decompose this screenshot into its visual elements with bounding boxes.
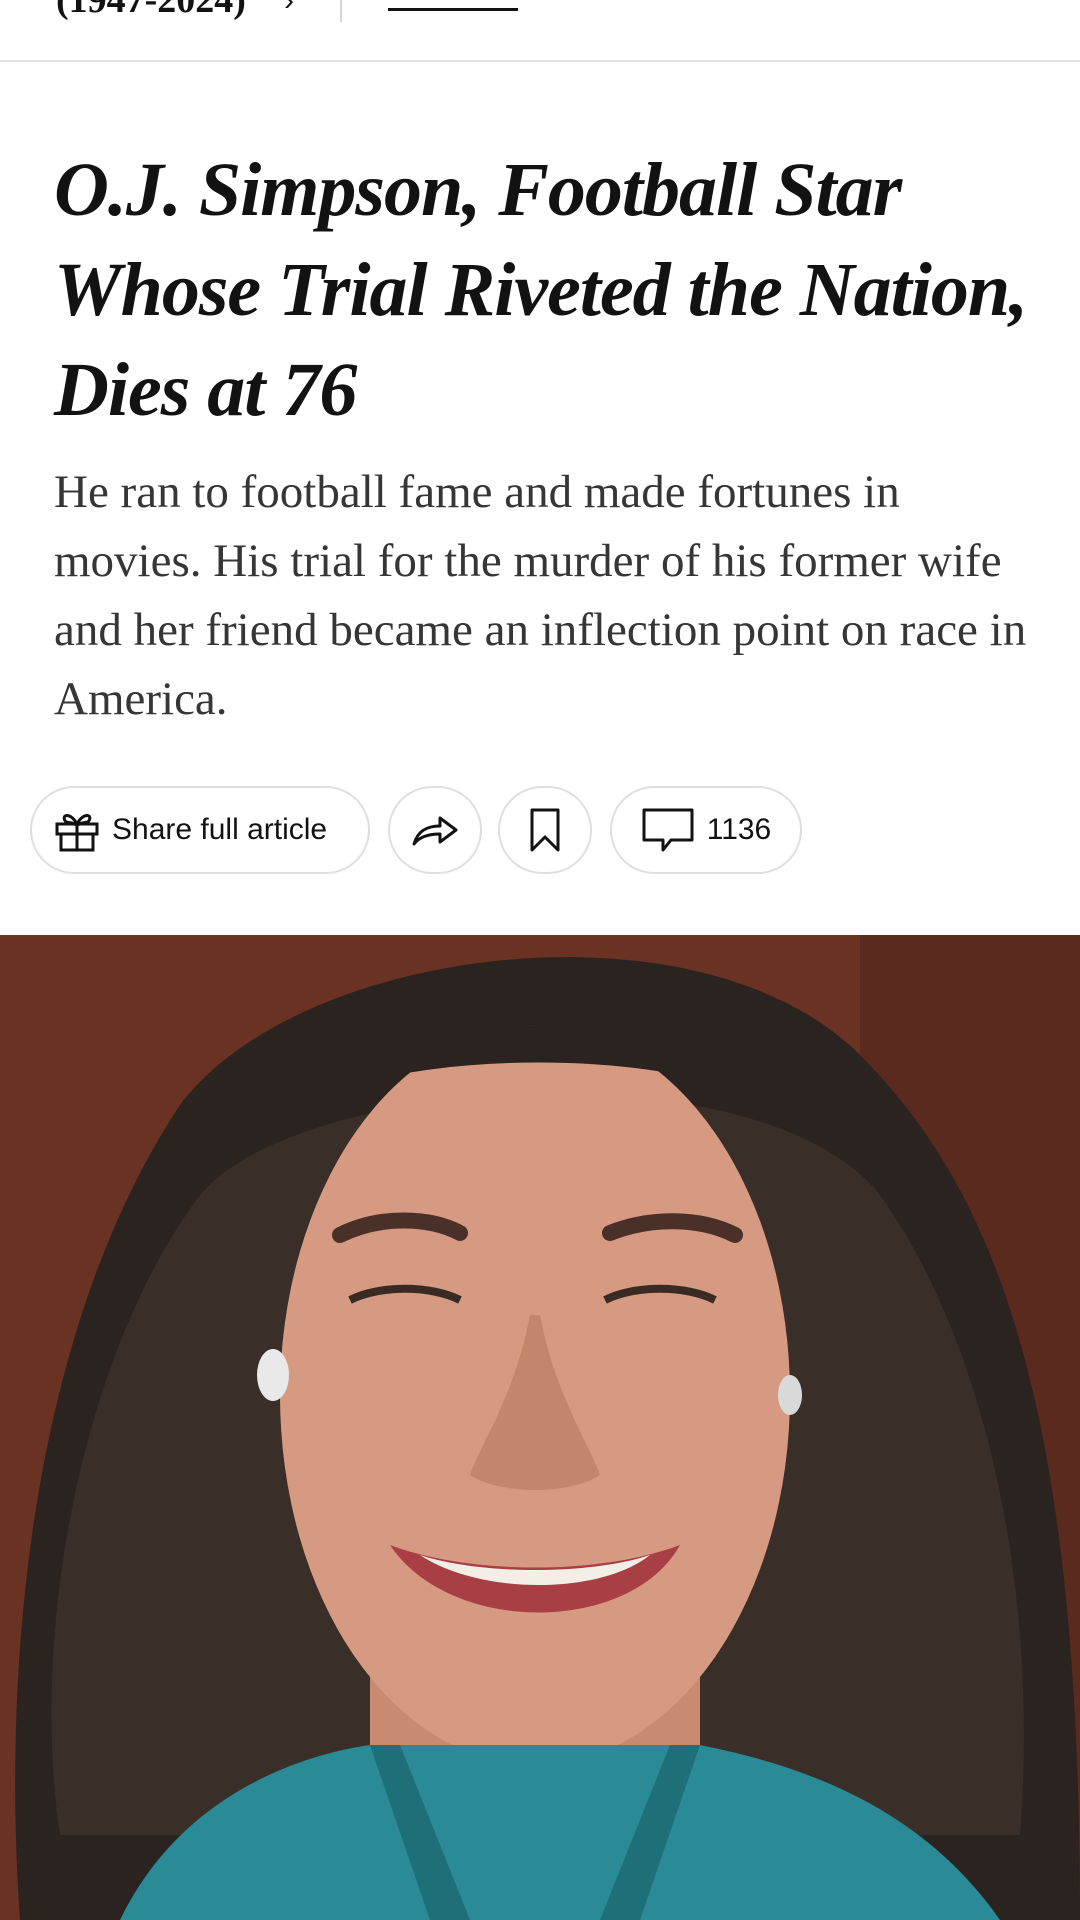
chevron-right-icon: ›: [284, 0, 294, 17]
bookmark-icon: [528, 807, 562, 853]
person-photo: [0, 935, 1080, 1920]
share-button[interactable]: [388, 786, 482, 874]
comments-count: 1136: [706, 813, 772, 846]
comment-icon: [641, 807, 695, 853]
gift-icon: [54, 807, 100, 853]
save-bookmark-button[interactable]: [498, 786, 592, 874]
article-summary: He ran to football fame and made fortune…: [54, 466, 1027, 725]
comments-button[interactable]: 1136: [610, 786, 802, 874]
share-arrow-icon: [410, 810, 460, 850]
divider: [340, 0, 342, 22]
article-headline: O.J. Simpson, Football Star Whose Trial …: [54, 148, 1028, 432]
share-full-article-button[interactable]: Share full article: [30, 786, 370, 874]
breadcrumb-link[interactable]: (1947-2024): [56, 0, 246, 22]
share-full-article-label: Share full article: [112, 813, 328, 846]
camera-video-overlay: [0, 935, 1080, 1920]
active-tab-underline: [388, 8, 518, 11]
top-navigation-strip: (1947-2024) ›: [0, 0, 1080, 62]
